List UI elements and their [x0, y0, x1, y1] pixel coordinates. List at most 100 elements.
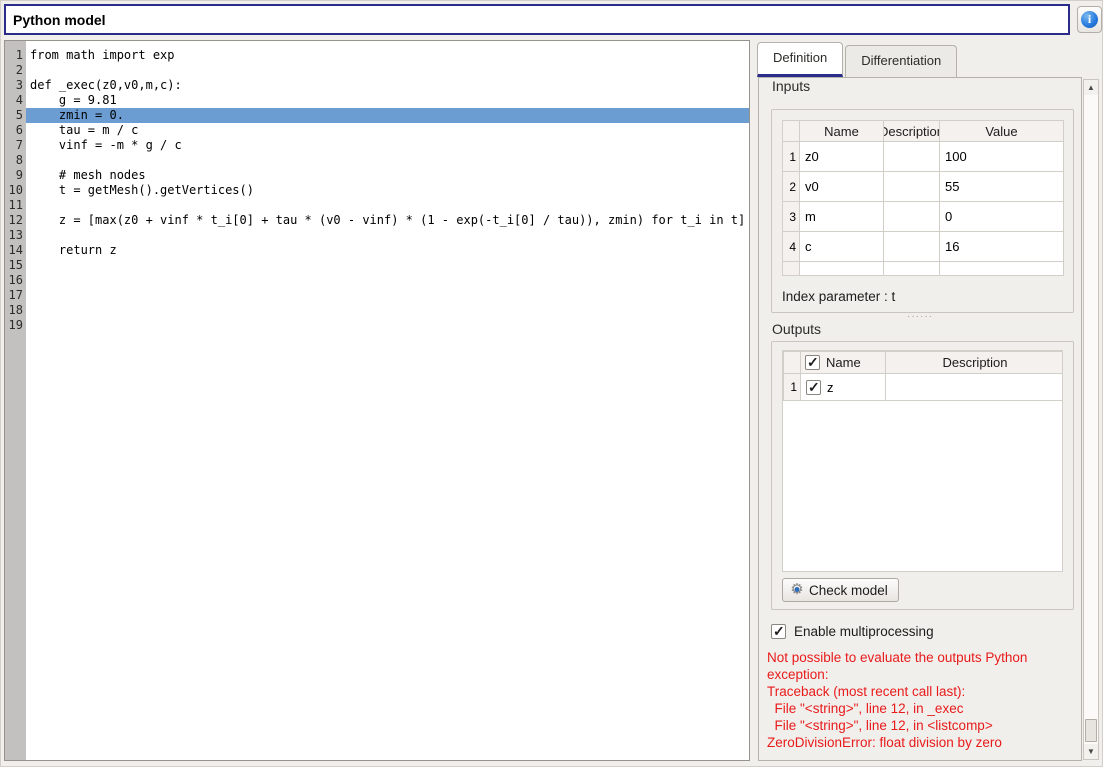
gear-icon	[789, 582, 805, 598]
output-checkbox[interactable]	[806, 380, 821, 395]
code-line[interactable]: 10 t = getMesh().getVertices()	[5, 183, 749, 198]
splitter-handle[interactable]: ······	[759, 314, 1081, 320]
model-title-input[interactable]	[4, 4, 1070, 35]
error-line: File "<string>", line 12, in _exec	[767, 700, 1079, 717]
inputs-row: 2v055	[783, 172, 1064, 202]
outputs-select-all-checkbox[interactable]	[805, 355, 820, 370]
inputs-col-name[interactable]: Name	[800, 121, 884, 142]
error-message: Not possible to evaluate the outputs Pyt…	[767, 649, 1079, 751]
code-line[interactable]: 3def _exec(z0,v0,m,c):	[5, 78, 749, 93]
output-description-cell[interactable]	[886, 374, 1064, 401]
code-text: g = 9.81	[26, 93, 749, 108]
error-line: Traceback (most recent call last):	[767, 683, 1079, 700]
input-name-cell[interactable]: z0	[800, 142, 884, 172]
code-line[interactable]: 9 # mesh nodes	[5, 168, 749, 183]
code-text	[26, 303, 749, 318]
row-number: 1	[783, 142, 800, 172]
line-number: 8	[5, 153, 26, 168]
code-line[interactable]: 17	[5, 288, 749, 303]
input-name-cell[interactable]: m	[800, 202, 884, 232]
tab-differentiation[interactable]: Differentiation	[845, 45, 957, 77]
outputs-table-header: Name Description	[784, 352, 1064, 374]
multiprocessing-label: Enable multiprocessing	[794, 624, 934, 639]
code-line[interactable]: 6 tau = m / c	[5, 123, 749, 138]
code-line[interactable]: 2	[5, 63, 749, 78]
code-line[interactable]: 19	[5, 318, 749, 333]
inputs-table[interactable]: Name Description Value 1z01002v0553m04c1…	[782, 120, 1064, 276]
outputs-table[interactable]: Name Description 1z	[783, 351, 1063, 401]
outputs-col-name[interactable]: Name	[801, 352, 886, 374]
outputs-col-description[interactable]: Description	[886, 352, 1064, 374]
code-line[interactable]: 14 return z	[5, 243, 749, 258]
code-line[interactable]: 5 zmin = 0.	[5, 108, 749, 123]
line-number: 3	[5, 78, 26, 93]
code-text: def _exec(z0,v0,m,c):	[26, 78, 749, 93]
code-text: zmin = 0.	[26, 108, 749, 123]
code-text: # mesh nodes	[26, 168, 749, 183]
empty-cell	[940, 262, 1064, 276]
line-number: 7	[5, 138, 26, 153]
code-editor[interactable]: 1from math import exp23def _exec(z0,v0,m…	[4, 40, 750, 761]
tab-definition[interactable]: Definition	[757, 42, 843, 77]
output-name-cell[interactable]: z	[801, 374, 886, 401]
code-line[interactable]: 12 z = [max(z0 + vinf * t_i[0] + tau * (…	[5, 213, 749, 228]
code-line[interactable]: 13	[5, 228, 749, 243]
code-text	[26, 228, 749, 243]
inputs-row: 3m 0	[783, 202, 1064, 232]
inputs-col-value[interactable]: Value	[940, 121, 1064, 142]
input-name-cell[interactable]: v0	[800, 172, 884, 202]
line-number: 11	[5, 198, 26, 213]
input-description-cell[interactable]	[884, 202, 940, 232]
input-value-cell[interactable]: 0	[940, 202, 1064, 232]
line-number: 10	[5, 183, 26, 198]
code-line[interactable]: 18	[5, 303, 749, 318]
multiprocessing-checkbox[interactable]	[771, 624, 786, 639]
scrollbar-thumb[interactable]	[1085, 719, 1097, 742]
empty-cell	[783, 262, 800, 276]
code-text	[26, 258, 749, 273]
panel-scrollbar[interactable]	[1083, 79, 1099, 760]
inputs-col-description[interactable]: Description	[884, 121, 940, 142]
code-lines: 1from math import exp23def _exec(z0,v0,m…	[5, 41, 749, 333]
inputs-corner-cell	[783, 121, 800, 142]
code-text: t = getMesh().getVertices()	[26, 183, 749, 198]
row-number: 4	[783, 232, 800, 262]
check-model-button[interactable]: Check model	[782, 578, 899, 602]
info-icon	[1081, 11, 1098, 28]
line-number: 9	[5, 168, 26, 183]
code-text	[26, 273, 749, 288]
code-line[interactable]: 1from math import exp	[5, 48, 749, 63]
code-text	[26, 63, 749, 78]
code-line[interactable]: 8	[5, 153, 749, 168]
chevron-up-icon[interactable]	[1084, 80, 1098, 95]
empty-cell	[884, 262, 940, 276]
input-value-cell[interactable]: 100	[940, 142, 1064, 172]
outputs-table-body: 1z	[784, 374, 1064, 401]
code-text: from math import exp	[26, 48, 749, 63]
code-text: tau = m / c	[26, 123, 749, 138]
info-button[interactable]	[1077, 6, 1102, 33]
outputs-frame: Name Description 1z Check model	[771, 341, 1074, 610]
input-value-cell[interactable]: 55	[940, 172, 1064, 202]
row-number: 3	[783, 202, 800, 232]
code-text: vinf = -m * g / c	[26, 138, 749, 153]
code-line[interactable]: 15	[5, 258, 749, 273]
code-line[interactable]: 7 vinf = -m * g / c	[5, 138, 749, 153]
code-line[interactable]: 16	[5, 273, 749, 288]
outputs-section-label: Outputs	[772, 321, 821, 337]
code-line[interactable]: 11	[5, 198, 749, 213]
input-value-cell[interactable]: 16	[940, 232, 1064, 262]
input-name-cell[interactable]: c	[800, 232, 884, 262]
python-model-window: 1from math import exp23def _exec(z0,v0,m…	[0, 0, 1103, 767]
empty-cell	[800, 262, 884, 276]
chevron-down-icon[interactable]	[1084, 744, 1098, 759]
input-description-cell[interactable]	[884, 172, 940, 202]
input-description-cell[interactable]	[884, 142, 940, 172]
inputs-section-label: Inputs	[772, 78, 810, 94]
input-description-cell[interactable]	[884, 232, 940, 262]
code-line[interactable]: 4 g = 9.81	[5, 93, 749, 108]
code-text	[26, 318, 749, 333]
line-number: 4	[5, 93, 26, 108]
tab-bar: DefinitionDifferentiation	[757, 42, 957, 77]
inputs-table-header: Name Description Value	[783, 121, 1064, 142]
